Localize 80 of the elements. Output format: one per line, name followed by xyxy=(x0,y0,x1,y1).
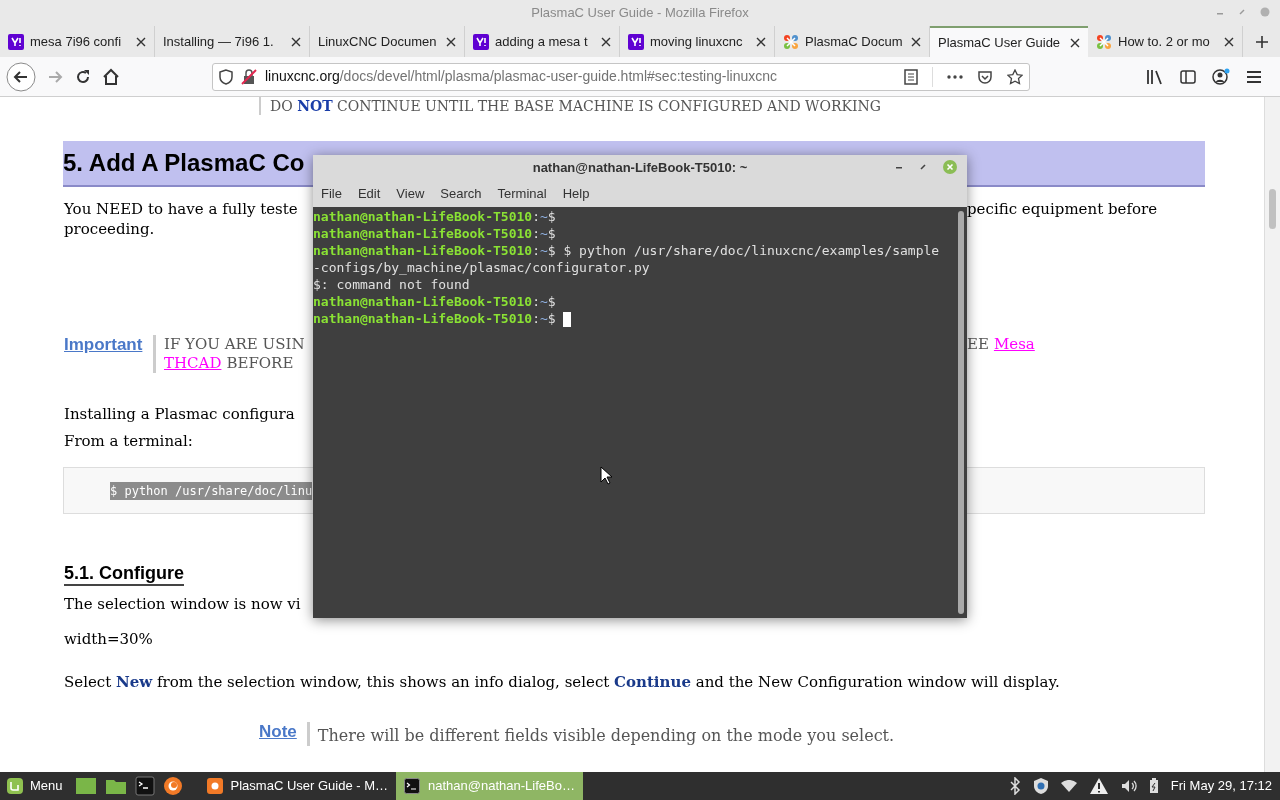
reload-button[interactable] xyxy=(74,67,92,86)
paragraph-text: The selection window is now vi xyxy=(64,595,301,613)
maximize-icon[interactable] xyxy=(919,163,927,171)
mint-logo-icon xyxy=(6,777,24,795)
terminal-line: nathan@nathan-LifeBook-T5010:~$ $ python /usr/share/doc/linuxcnc/examples/sample-configs/by_machine/plasmac/configurator.py xyxy=(313,242,941,276)
window-title: PlasmaC User Guide - Mozilla Firefox xyxy=(531,4,749,23)
menu-item[interactable]: Edit xyxy=(351,184,387,204)
admonition-label[interactable]: Note xyxy=(259,722,297,742)
paragraph-text: pecific equipment before xyxy=(967,199,1158,219)
terminal-icon[interactable] xyxy=(134,776,155,796)
firefox-icon[interactable] xyxy=(162,776,183,796)
more-icon[interactable] xyxy=(947,74,963,79)
menu-item[interactable]: Terminal xyxy=(491,184,553,204)
close-tab-icon[interactable] xyxy=(601,36,611,47)
star-icon[interactable] xyxy=(1007,68,1023,85)
reader-view-icon[interactable] xyxy=(904,68,918,85)
scrollbar-thumb[interactable] xyxy=(1269,189,1276,229)
home-button[interactable] xyxy=(102,67,120,86)
bluetooth-icon[interactable] xyxy=(1008,777,1021,795)
sidebar-icon[interactable] xyxy=(1180,68,1196,85)
menu-item[interactable]: Search xyxy=(434,184,488,204)
close-tab-icon[interactable] xyxy=(756,36,766,47)
close-tab-icon[interactable] xyxy=(136,36,146,47)
terminal-line: $: command not found xyxy=(313,276,471,293)
warning-icon[interactable] xyxy=(1088,777,1109,795)
menu-button[interactable]: Menu xyxy=(0,772,69,800)
back-button[interactable] xyxy=(6,61,36,92)
paragraph-text: You NEED to have a fully teste xyxy=(64,199,299,219)
new-tab-icon[interactable] xyxy=(1254,34,1269,49)
terminal-line: nathan@nathan-LifeBook-T5010:~$ xyxy=(313,225,557,242)
favicon-icon xyxy=(473,33,489,50)
paragraph-text: proceeding. xyxy=(64,220,155,238)
note-text: DO NOT CONTINUE UNTIL THE BASE MACHINE IS CONFIGURED AND WORKING xyxy=(270,98,882,114)
section-heading: 5. Add A PlasmaC Co xyxy=(63,148,305,178)
admonition-text: There will be different fields visible depending on the mode you select. xyxy=(306,722,895,746)
address-bar[interactable]: linuxcnc.org/docs/devel/html/plasma/plasmac-user-guide.html#sec:testing-linuxcnc xyxy=(212,62,1030,91)
desktop-icon[interactable] xyxy=(74,776,97,796)
favicon-icon xyxy=(1096,33,1112,50)
menu-item[interactable]: View xyxy=(390,184,431,204)
insecure-lock-icon[interactable] xyxy=(241,68,257,85)
favicon-icon xyxy=(628,33,644,50)
favicon-icon xyxy=(783,33,799,50)
menu-icon[interactable] xyxy=(1246,69,1262,84)
menu-item[interactable]: Help xyxy=(556,184,596,204)
terminal-line: nathan@nathan-LifeBook-T5010:~$ xyxy=(313,310,941,327)
favicon-icon xyxy=(8,33,24,50)
menu-item[interactable]: File xyxy=(315,184,348,204)
mouse-pointer-icon xyxy=(600,466,612,485)
clock-text: Fri May 29, 17:12 xyxy=(1170,777,1272,796)
volume-icon[interactable] xyxy=(1120,779,1137,793)
shield-icon[interactable] xyxy=(219,68,233,85)
terminal-line: nathan@nathan-LifeBook-T5010:~$ xyxy=(313,208,557,225)
terminal-icon xyxy=(404,778,420,794)
paragraph-text: Installing a Plasmac configura xyxy=(64,405,295,423)
shield-icon[interactable] xyxy=(1032,777,1049,795)
admonition-text: EE xyxy=(967,335,989,354)
paragraph-text: Select New from the selection window, this shows an info dialog, select Continue and the New Configuration window will display. xyxy=(64,673,1060,691)
close-tab-icon[interactable] xyxy=(291,36,301,47)
battery-icon[interactable] xyxy=(1148,778,1159,794)
subsection-heading: 5.1. Configure xyxy=(64,562,184,586)
wifi-icon[interactable] xyxy=(1060,780,1077,792)
admonition-text: BEFORE xyxy=(226,354,294,373)
browser-tab[interactable]: PlasmaC User Guide xyxy=(930,26,1088,57)
scrollbar-thumb[interactable] xyxy=(958,211,964,614)
code-text: $ python /usr/share/doc/linu xyxy=(110,481,313,500)
admonition-label[interactable]: Important xyxy=(64,335,146,373)
close-tab-icon[interactable] xyxy=(1070,37,1080,48)
terminal-line: nathan@nathan-LifeBook-T5010:~$ xyxy=(313,293,557,310)
terminal-title: nathan@nathan-LifeBook-T5010: ~ xyxy=(532,159,748,178)
paragraph-text: width=30% xyxy=(64,630,153,648)
paragraph-text: From a terminal: xyxy=(64,432,193,450)
close-tab-icon[interactable] xyxy=(911,36,921,47)
admonition-text: IF YOU ARE USIN xyxy=(164,335,305,353)
firefox-icon xyxy=(206,778,223,794)
close-tab-icon[interactable] xyxy=(446,36,456,47)
pocket-icon[interactable] xyxy=(977,68,993,85)
close-tab-icon[interactable] xyxy=(1224,36,1234,47)
library-icon[interactable] xyxy=(1146,68,1164,85)
account-icon[interactable] xyxy=(1212,67,1230,86)
url-text: linuxcnc.org/docs/devel/html/plasma/plasmac-user-guide.html#sec:testing-linuxcnc xyxy=(265,67,777,86)
